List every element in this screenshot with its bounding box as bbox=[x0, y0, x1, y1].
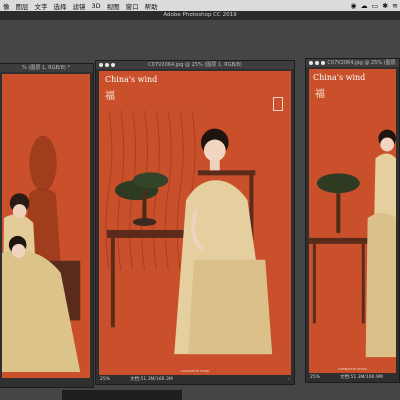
workspace: % (图层 1, RGB/8) * C07V2064.jpg @ 25% (图层… bbox=[0, 20, 400, 400]
chevron-right-icon[interactable]: › bbox=[288, 376, 290, 383]
document-title[interactable]: C07V2064.jpg @ 25% (图层 bbox=[306, 59, 399, 67]
document-window-right[interactable]: C07V2064.jpg @ 25% (图层 China's wind 福 CO… bbox=[305, 58, 400, 383]
menu-view[interactable]: 视图 bbox=[104, 1, 123, 11]
doc-size[interactable]: 文档:51.3M/166.3M bbox=[130, 376, 173, 383]
image-canvas[interactable]: China's wind 福 COPYRIGHT BY STUDIO bbox=[99, 71, 291, 375]
document-title-text: C07V2064.jpg @ 25% (图层 bbox=[327, 60, 396, 66]
image-canvas[interactable]: China's wind 福 COPYRIGHT BY STUDIO bbox=[309, 69, 396, 373]
menu-window[interactable]: 窗口 bbox=[123, 1, 142, 11]
document-title[interactable]: % (图层 1, RGB/8) * bbox=[0, 64, 93, 72]
menu-filter[interactable]: 滤镜 bbox=[70, 1, 89, 11]
window-controls bbox=[309, 61, 325, 65]
zoom-level[interactable]: 25% bbox=[310, 374, 320, 381]
menu-image[interactable]: 像 bbox=[0, 1, 13, 11]
minimize-icon[interactable] bbox=[105, 63, 109, 67]
brand-title: China's wind bbox=[313, 73, 366, 82]
menu-3d[interactable]: 3D bbox=[89, 2, 104, 10]
menu-help[interactable]: 帮助 bbox=[142, 1, 161, 11]
status-icons: ◉ ☁ ▭ ✱ ≋ bbox=[351, 0, 398, 11]
status-bar: 25% 文档:51.3M/160.9M bbox=[310, 374, 395, 381]
wechat-icon[interactable]: ◉ bbox=[351, 2, 357, 10]
fu-character: 福 bbox=[105, 91, 115, 102]
bluetooth-icon[interactable]: ✱ bbox=[382, 2, 388, 10]
zoom-icon[interactable] bbox=[111, 63, 115, 67]
caption: COPYRIGHT BY STUDIO bbox=[338, 368, 367, 371]
image-canvas[interactable] bbox=[2, 74, 90, 378]
fu-character: 福 bbox=[315, 89, 325, 100]
photo bbox=[99, 71, 291, 375]
wifi-icon[interactable]: ≋ bbox=[392, 2, 398, 10]
menu-select[interactable]: 选择 bbox=[51, 1, 70, 11]
close-icon[interactable] bbox=[99, 63, 103, 67]
caption: COPYRIGHT BY STUDIO bbox=[180, 370, 210, 373]
cloud-icon[interactable]: ☁ bbox=[361, 2, 368, 10]
dock-strip bbox=[62, 390, 182, 400]
seal-icon bbox=[273, 97, 283, 111]
menu-bar: 像 图层 文字 选择 滤镜 3D 视图 窗口 帮助 ◉ ☁ ▭ ✱ ≋ bbox=[0, 0, 400, 11]
document-window-left[interactable]: % (图层 1, RGB/8) * bbox=[0, 63, 94, 388]
zoom-level[interactable]: 25% bbox=[100, 376, 110, 383]
photo bbox=[309, 69, 396, 373]
zoom-icon[interactable] bbox=[321, 61, 325, 65]
doc-size[interactable]: 文档:51.3M/160.9M bbox=[340, 374, 383, 381]
brand-title: China's wind bbox=[105, 75, 158, 84]
minimize-icon[interactable] bbox=[315, 61, 319, 65]
status-bar: 25% 文档:51.3M/166.3M › bbox=[100, 376, 290, 383]
mac-icon[interactable]: ▭ bbox=[372, 2, 379, 10]
photo bbox=[2, 74, 90, 378]
window-controls bbox=[99, 63, 115, 67]
document-window-center[interactable]: C07V2064.jpg @ 25% (图层 1, RGB/8) China's… bbox=[95, 60, 295, 385]
menu-type[interactable]: 文字 bbox=[32, 1, 51, 11]
document-title[interactable]: C07V2064.jpg @ 25% (图层 1, RGB/8) bbox=[96, 61, 294, 69]
close-icon[interactable] bbox=[309, 61, 313, 65]
document-title-text: C07V2064.jpg @ 25% (图层 1, RGB/8) bbox=[148, 62, 242, 68]
app-title: Adobe Photoshop CC 2019 bbox=[0, 11, 400, 20]
menu-layer[interactable]: 图层 bbox=[13, 1, 32, 11]
